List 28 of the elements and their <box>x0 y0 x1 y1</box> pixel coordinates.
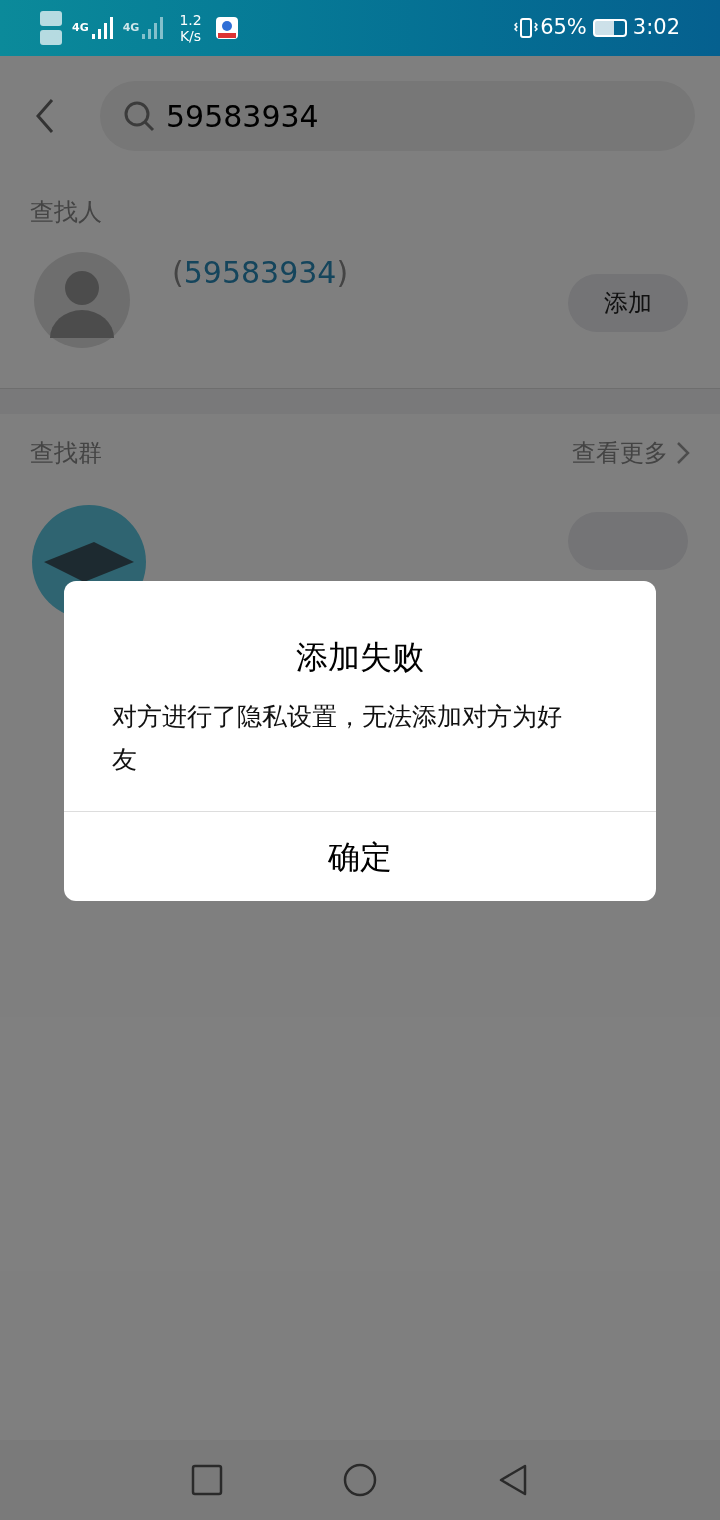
confirm-button[interactable]: 确定 <box>64 811 656 901</box>
search-field[interactable]: 59583934 <box>100 81 695 151</box>
signal-icon <box>141 16 166 40</box>
vibrate-icon <box>514 16 539 40</box>
search-value: 59583934 <box>166 97 319 136</box>
home-icon[interactable] <box>343 1463 377 1497</box>
battery-icon <box>594 21 625 35</box>
chevron-right-icon <box>676 441 690 465</box>
user-id: (59583934) <box>172 254 350 292</box>
app-notification-icon <box>215 17 238 39</box>
recent-apps-icon[interactable] <box>191 1464 223 1496</box>
avatar-icon <box>32 250 132 350</box>
signal-icon <box>90 16 115 40</box>
search-icon <box>122 99 156 133</box>
network-label: 4G <box>72 19 89 36</box>
dialog-title: 添加失败 <box>295 637 425 678</box>
battery-percent: 65% <box>540 14 587 42</box>
speed-value: 1.2 <box>179 12 202 28</box>
section-title: 查找群 <box>30 438 102 469</box>
see-more-link[interactable]: 查看更多 <box>572 435 668 471</box>
back-icon[interactable] <box>497 1463 529 1497</box>
speed-unit: K/s <box>179 28 202 44</box>
dialog-message: 对方进行了隐私设置，无法添加对方为好友 <box>112 701 563 776</box>
clock: 3:02 <box>632 14 680 42</box>
add-button[interactable]: 添加 <box>568 274 688 332</box>
network-label: 4G <box>122 19 140 36</box>
section-title: 查找人 <box>29 197 103 228</box>
sim-icons <box>40 11 62 45</box>
